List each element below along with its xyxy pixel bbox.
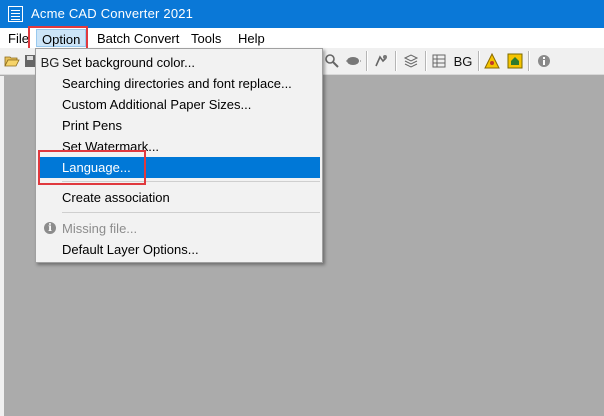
menu-item-language[interactable]: Language... xyxy=(38,157,320,178)
table-icon[interactable] xyxy=(430,52,448,70)
pan-icon[interactable] xyxy=(344,52,362,70)
menu-item-label: Missing file... xyxy=(62,221,138,236)
menu-item-label: Set Watermark... xyxy=(62,139,160,154)
menu-batch-convert[interactable]: Batch Convert xyxy=(97,31,179,46)
window-title: Acme CAD Converter 2021 xyxy=(31,6,194,21)
toolbar-separator xyxy=(528,51,530,71)
menu-file[interactable]: File xyxy=(8,31,29,46)
stack-icon[interactable] xyxy=(402,52,420,70)
menu-item-default-layer-options[interactable]: Default Layer Options... xyxy=(38,239,320,260)
menu-item-label: Default Layer Options... xyxy=(62,242,199,257)
menu-item-custom-paper-sizes[interactable]: Custom Additional Paper Sizes... xyxy=(38,94,320,115)
menu-tools[interactable]: Tools xyxy=(191,31,221,46)
toolbar-separator xyxy=(425,51,427,71)
menu-item-label: Searching directories and font replace..… xyxy=(62,76,292,91)
menu-item-print-pens[interactable]: Print Pens xyxy=(38,115,320,136)
menu-item-set-watermark[interactable]: Set Watermark... xyxy=(38,136,320,157)
home-icon[interactable] xyxy=(506,52,524,70)
menu-bar: File Option Batch Convert Tools Help xyxy=(0,28,604,48)
menu-item-label: Custom Additional Paper Sizes... xyxy=(62,97,252,112)
menu-item-label: Set background color... xyxy=(62,55,195,70)
background-color-icon: BG xyxy=(40,55,60,70)
info-icon: i xyxy=(44,222,56,234)
menu-item-create-association[interactable]: Create association xyxy=(38,187,320,208)
option-menu-dropdown: BG Set background color... Searching dir… xyxy=(35,48,323,263)
menu-item-label: Print Pens xyxy=(62,118,122,133)
info-icon[interactable] xyxy=(535,52,553,70)
layer-icon[interactable] xyxy=(372,52,390,70)
zoom-icon[interactable] xyxy=(323,52,341,70)
menu-separator xyxy=(62,212,320,213)
menu-separator xyxy=(62,181,320,182)
menu-item-label: Language... xyxy=(62,160,131,175)
app-icon xyxy=(8,6,23,22)
title-bar: Acme CAD Converter 2021 xyxy=(0,0,604,28)
toolbar-separator xyxy=(395,51,397,71)
alert-icon[interactable] xyxy=(483,52,501,70)
menu-item-missing-file: i Missing file... xyxy=(38,218,320,239)
menu-item-set-background-color[interactable]: BG Set background color... xyxy=(38,52,320,73)
background-icon[interactable]: BG xyxy=(452,52,474,70)
open-folder-icon[interactable] xyxy=(3,52,21,70)
toolbar-separator xyxy=(478,51,480,71)
toolbar-separator xyxy=(366,51,368,71)
menu-help[interactable]: Help xyxy=(238,31,265,46)
menu-option[interactable]: Option xyxy=(36,29,87,47)
menu-item-searching-directories[interactable]: Searching directories and font replace..… xyxy=(38,73,320,94)
menu-item-label: Create association xyxy=(62,190,170,205)
